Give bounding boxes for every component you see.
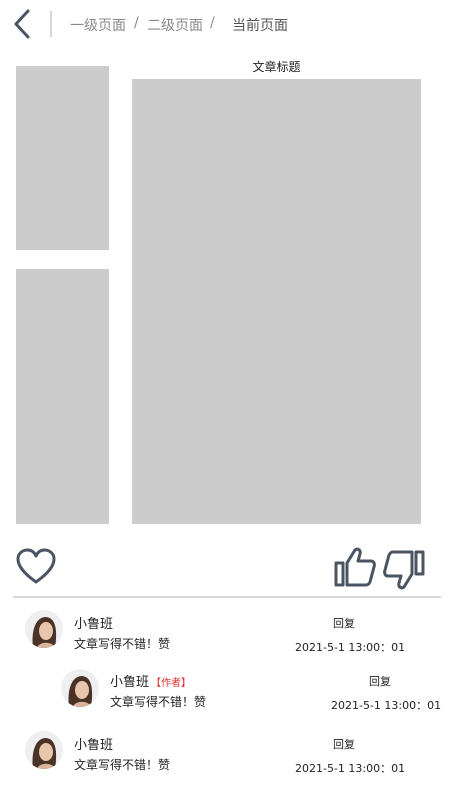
- article-content-image[interactable]: [132, 79, 421, 524]
- comment-author-name: 小鲁班: [74, 738, 114, 753]
- avatar[interactable]: [61, 669, 99, 707]
- comment-author-name: 小鲁班: [74, 617, 114, 632]
- avatar-image: [25, 610, 63, 648]
- breadcrumb-separator: /: [210, 15, 215, 31]
- reply-button[interactable]: 回复: [333, 736, 355, 752]
- heart-icon: [16, 548, 56, 584]
- side-image-bottom[interactable]: [16, 269, 109, 524]
- like-button[interactable]: [16, 548, 56, 586]
- side-image-top[interactable]: [16, 66, 109, 250]
- avatar[interactable]: [25, 731, 63, 769]
- comment-text: 文章写得不错！赞: [110, 695, 207, 709]
- breadcrumb-separator: /: [134, 15, 139, 31]
- comment-time: 2021-5-1 13:00：01: [331, 699, 442, 712]
- breadcrumb-level-1[interactable]: 一级页面: [70, 15, 126, 35]
- avatar-image: [61, 669, 99, 707]
- comment-text: 文章写得不错！赞: [74, 637, 171, 651]
- breadcrumb-level-2[interactable]: 二级页面: [147, 15, 203, 35]
- reply-button[interactable]: 回复: [369, 673, 391, 689]
- reply-button[interactable]: 回复: [333, 615, 355, 631]
- comment-author-name: 小鲁班: [110, 675, 150, 690]
- comment-author: 小鲁班: [74, 734, 113, 753]
- comment-time: 2021-5-1 13:00：01: [295, 762, 406, 775]
- comment-author: 小鲁班 【作者】: [110, 671, 191, 690]
- comment-text: 文章写得不错！赞: [74, 758, 171, 772]
- divider: [13, 596, 441, 598]
- comment-author: 小鲁班: [74, 613, 113, 632]
- author-badge: 【作者】: [151, 678, 192, 689]
- avatar[interactable]: [25, 610, 63, 648]
- chevron-left-icon: [14, 9, 30, 39]
- thumbs-down-icon: [383, 550, 425, 590]
- header-divider: [50, 11, 52, 37]
- downvote-button[interactable]: [382, 549, 426, 591]
- thumbs-up-icon: [334, 547, 376, 587]
- avatar-image: [25, 731, 63, 769]
- back-button[interactable]: [10, 8, 34, 40]
- article-title: 文章标题: [252, 60, 301, 74]
- upvote-button[interactable]: [333, 546, 377, 588]
- breadcrumb-current: 当前页面: [232, 18, 288, 34]
- comment-time: 2021-5-1 13:00：01: [295, 641, 406, 654]
